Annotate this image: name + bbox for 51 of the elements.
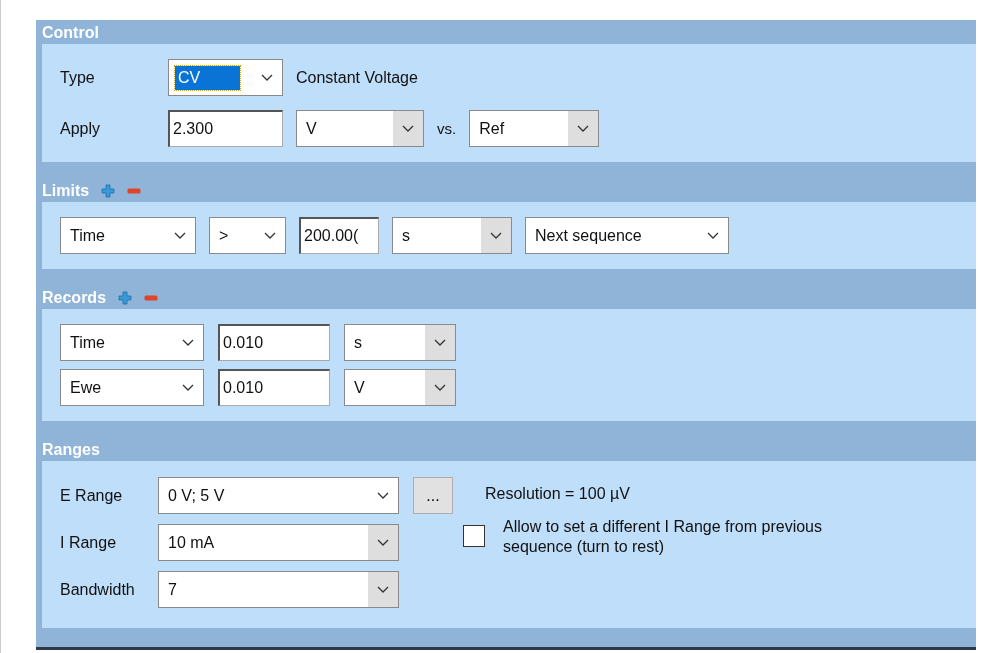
- caret-icon: [402, 124, 414, 133]
- checkbox-label: Allow to set a different I Range from previous sequence (turn to rest): [503, 517, 823, 557]
- reference-dropdown[interactable]: Ref: [469, 110, 600, 147]
- range-dropdown[interactable]: 7: [158, 571, 399, 608]
- section-title: Records: [42, 289, 107, 307]
- record-input[interactable]: 0.010: [218, 369, 330, 406]
- add-icon[interactable]: [118, 291, 133, 305]
- section-title: Ranges: [42, 441, 100, 459]
- type-description: Constant Voltage: [296, 68, 418, 87]
- field-label: E Range: [60, 486, 124, 505]
- caret-icon: [377, 538, 389, 547]
- limit-dropdown[interactable]: s: [392, 217, 512, 254]
- field-label: I Range: [60, 533, 118, 552]
- field-label: Type: [60, 68, 96, 87]
- remove-icon[interactable]: [144, 295, 159, 301]
- caret-icon: [182, 383, 194, 392]
- add-icon[interactable]: [101, 184, 116, 198]
- apply-input[interactable]: 2.300: [168, 110, 283, 147]
- unit-dropdown[interactable]: V: [344, 369, 456, 406]
- field-label: Apply: [60, 119, 102, 138]
- section-title: Control: [42, 24, 99, 42]
- unit-dropdown[interactable]: V: [296, 110, 424, 147]
- caret-icon: [377, 585, 389, 594]
- limit-dropdown[interactable]: Next sequence: [525, 217, 729, 254]
- resolution-text: Resolution = 100 µV: [485, 485, 631, 503]
- limit-dropdown[interactable]: Time: [60, 217, 196, 254]
- limit-dropdown[interactable]: >: [209, 217, 286, 254]
- unit-dropdown[interactable]: s: [344, 324, 456, 361]
- remove-icon[interactable]: [127, 188, 142, 194]
- caret-icon: [577, 124, 590, 133]
- caret-icon: [434, 338, 446, 347]
- caret-icon: [182, 338, 194, 347]
- section-title: Limits: [42, 182, 90, 200]
- range-dropdown[interactable]: 0 V; 5 V: [158, 477, 399, 514]
- checkbox[interactable]: [463, 525, 485, 547]
- limit-input[interactable]: 200.00(: [299, 217, 379, 254]
- vs-label: vs.: [437, 120, 457, 137]
- caret-icon: [261, 73, 273, 82]
- quantity-dropdown[interactable]: Time: [60, 324, 204, 361]
- field-label: Bandwidth: [60, 580, 136, 599]
- type-dropdown[interactable]: CV: [168, 59, 283, 96]
- quantity-dropdown[interactable]: Ewe: [60, 369, 204, 406]
- more-button[interactable]: ...: [413, 477, 453, 514]
- caret-icon: [377, 491, 389, 500]
- record-input[interactable]: 0.010: [218, 324, 330, 361]
- caret-icon: [707, 231, 719, 240]
- caret-icon: [434, 383, 446, 392]
- caret-icon: [174, 231, 186, 240]
- caret-icon: [490, 231, 502, 240]
- caret-icon: [264, 231, 276, 240]
- range-dropdown[interactable]: 10 mA: [158, 524, 399, 561]
